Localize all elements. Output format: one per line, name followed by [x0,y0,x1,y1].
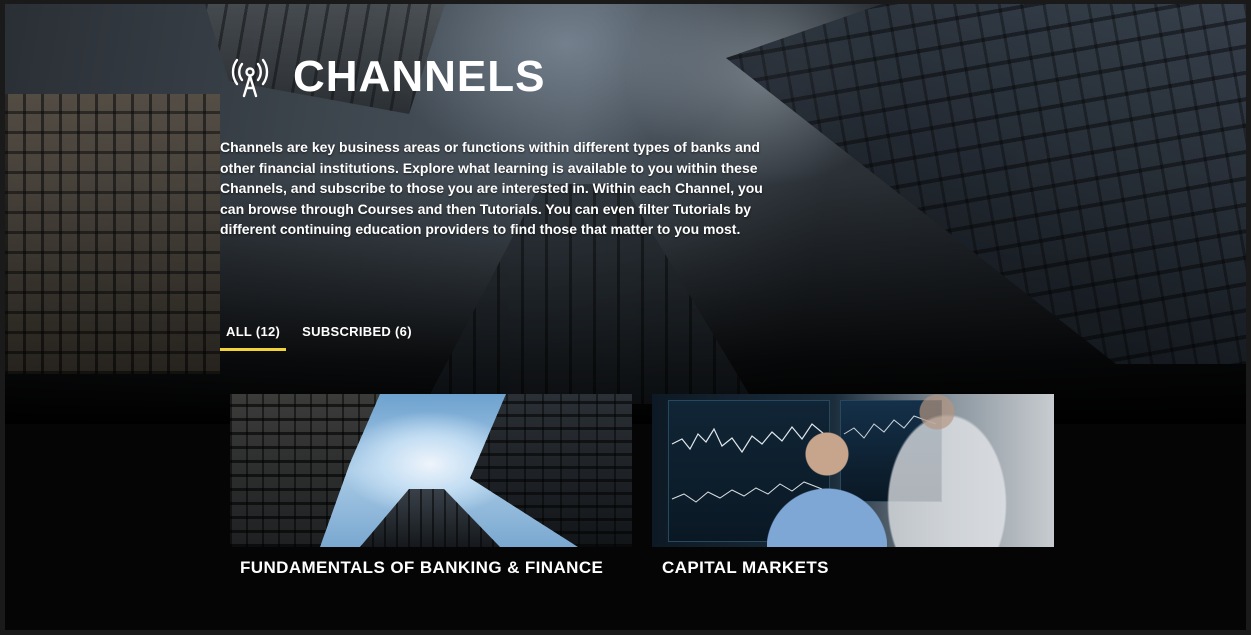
page-description: Channels are key business areas or funct… [220,139,763,238]
page-header: CHANNELS [227,54,545,100]
thumbnail-shape [877,394,1017,547]
channel-card-banking-finance[interactable]: FUNDAMENTALS OF BANKING & FINANCE [230,394,632,578]
channel-tabs: ALL (12) SUBSCRIBED (6) [220,320,418,351]
tab-all[interactable]: ALL (12) [220,320,287,351]
page-title: CHANNELS [293,52,546,101]
channel-thumbnail-skyscrapers[interactable] [230,394,632,547]
thumbnail-shape [360,489,500,547]
broadcast-icon [231,58,269,98]
channel-card-title[interactable]: FUNDAMENTALS OF BANKING & FINANCE [240,557,632,578]
channel-thumbnail-traders[interactable] [652,394,1054,547]
channel-card-title[interactable]: CAPITAL MARKETS [662,557,1054,578]
thumbnail-shape [470,394,632,547]
thumbnail-shape [767,424,887,547]
tab-subscribed[interactable]: SUBSCRIBED (6) [296,320,418,351]
channel-cards: FUNDAMENTALS OF BANKING & FINANCE CAPITA… [230,394,1054,578]
page-content: CHANNELS Channels are key business areas… [5,4,1246,630]
thumbnail-shape [230,394,380,547]
channel-card-capital-markets[interactable]: CAPITAL MARKETS [652,394,1054,578]
app-frame: CHANNELS Channels are key business areas… [0,0,1251,635]
